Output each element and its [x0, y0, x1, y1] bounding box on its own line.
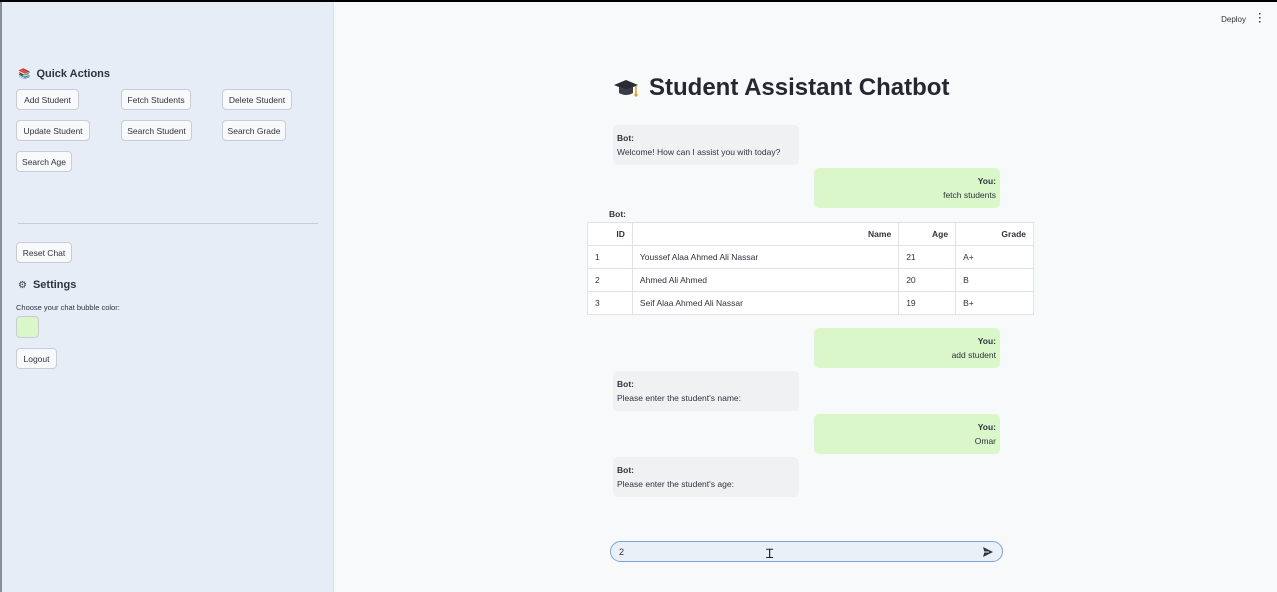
deploy-button[interactable]: Deploy — [1221, 15, 1246, 24]
books-icon: 📚 — [18, 68, 31, 80]
message-text: add student — [951, 350, 996, 360]
cell-name: Ahmed Ali Ahmed — [631, 268, 900, 292]
chat-input-value[interactable]: 2 — [619, 547, 982, 557]
message-sender: You: — [977, 336, 996, 346]
message-sender: You: — [977, 176, 996, 186]
column-header-grade: Grade — [955, 222, 1034, 246]
column-header-age: Age — [898, 222, 957, 246]
students-table: ID Name Age Grade 1 Youssef Alaa Ahmed A… — [587, 222, 1034, 315]
settings-title: Settings — [32, 279, 77, 291]
settings-heading: ⚙ Settings — [18, 279, 76, 291]
cell-name: Youssef Alaa Ahmed Ali Nassar — [631, 245, 900, 269]
page-title-text: Student Assistant Chatbot — [649, 74, 950, 101]
cell-grade: A+ — [955, 245, 1034, 269]
cell-name: Seif Alaa Ahmed Ali Nassar — [631, 291, 900, 315]
table-row: 3 Seif Alaa Ahmed Ali Nassar 19 B+ — [587, 291, 1034, 315]
user-message: You: fetch students — [814, 168, 1000, 208]
logout-button[interactable]: Logout — [16, 348, 57, 369]
sidebar-divider — [18, 223, 318, 224]
message-text: Omar — [974, 436, 996, 446]
message-sender: Bot: — [617, 379, 634, 389]
chat-input[interactable]: 2 — [610, 541, 1003, 562]
message-text: Please enter the student's name: — [617, 393, 742, 403]
main-content: Deploy · · · Student Assistant Chatbot Bot… — [334, 2, 1277, 592]
graduation-cap-icon — [614, 80, 638, 97]
cell-age: 21 — [898, 245, 957, 269]
bubble-color-picker[interactable] — [16, 316, 39, 338]
cell-age: 20 — [898, 268, 957, 292]
table-message-sender: Bot: — [609, 209, 626, 219]
user-message: You: add student — [814, 328, 1000, 368]
cell-id: 3 — [587, 291, 633, 315]
delete-student-button[interactable]: Delete Student — [222, 89, 292, 110]
bot-message: Bot: Please enter the student's name: — [613, 371, 799, 411]
fetch-students-button[interactable]: Fetch Students — [121, 89, 191, 110]
sidebar: 📚 Quick Actions Add Student Fetch Studen… — [0, 2, 334, 592]
table-header-row: ID Name Age Grade — [587, 222, 1034, 246]
message-sender: You: — [977, 422, 996, 432]
page-title: Student Assistant Chatbot — [613, 74, 949, 102]
column-header-name: Name — [631, 222, 900, 246]
bubble-color-label: Choose your chat bubble color: — [16, 303, 120, 312]
table-row: 1 Youssef Alaa Ahmed Ali Nassar 21 A+ — [587, 245, 1034, 269]
cell-id: 1 — [587, 245, 633, 269]
update-student-button[interactable]: Update Student — [16, 120, 90, 141]
message-sender: Bot: — [617, 133, 634, 143]
search-student-button[interactable]: Search Student — [121, 120, 192, 141]
cell-grade: B+ — [955, 291, 1034, 315]
message-sender: Bot: — [617, 465, 634, 475]
cell-id: 2 — [587, 268, 633, 292]
gear-icon: ⚙ — [18, 279, 27, 291]
quick-actions-heading: 📚 Quick Actions — [18, 68, 110, 80]
bot-message: Bot: Please enter the student's age: — [613, 457, 799, 497]
cell-grade: B — [955, 268, 1034, 292]
add-student-button[interactable]: Add Student — [16, 89, 79, 110]
user-message: You: Omar — [814, 414, 1000, 454]
table-row: 2 Ahmed Ali Ahmed 20 B — [587, 268, 1034, 292]
send-icon[interactable] — [982, 546, 994, 558]
search-grade-button[interactable]: Search Grade — [222, 120, 286, 141]
reset-chat-button[interactable]: Reset Chat — [16, 242, 72, 263]
cell-age: 19 — [898, 291, 957, 315]
column-header-id: ID — [587, 222, 633, 246]
text-cursor-icon: Ɪ — [766, 547, 774, 562]
message-text: Please enter the student's age: — [617, 479, 734, 489]
quick-actions-title: Quick Actions — [36, 68, 111, 80]
kebab-menu-icon[interactable]: · · · — [1257, 10, 1263, 28]
bot-message: Bot: Welcome! How can I assist you with … — [613, 125, 799, 165]
message-text: fetch students — [943, 190, 996, 200]
search-age-button[interactable]: Search Age — [16, 151, 72, 172]
message-text: Welcome! How can I assist you with today… — [617, 147, 781, 157]
